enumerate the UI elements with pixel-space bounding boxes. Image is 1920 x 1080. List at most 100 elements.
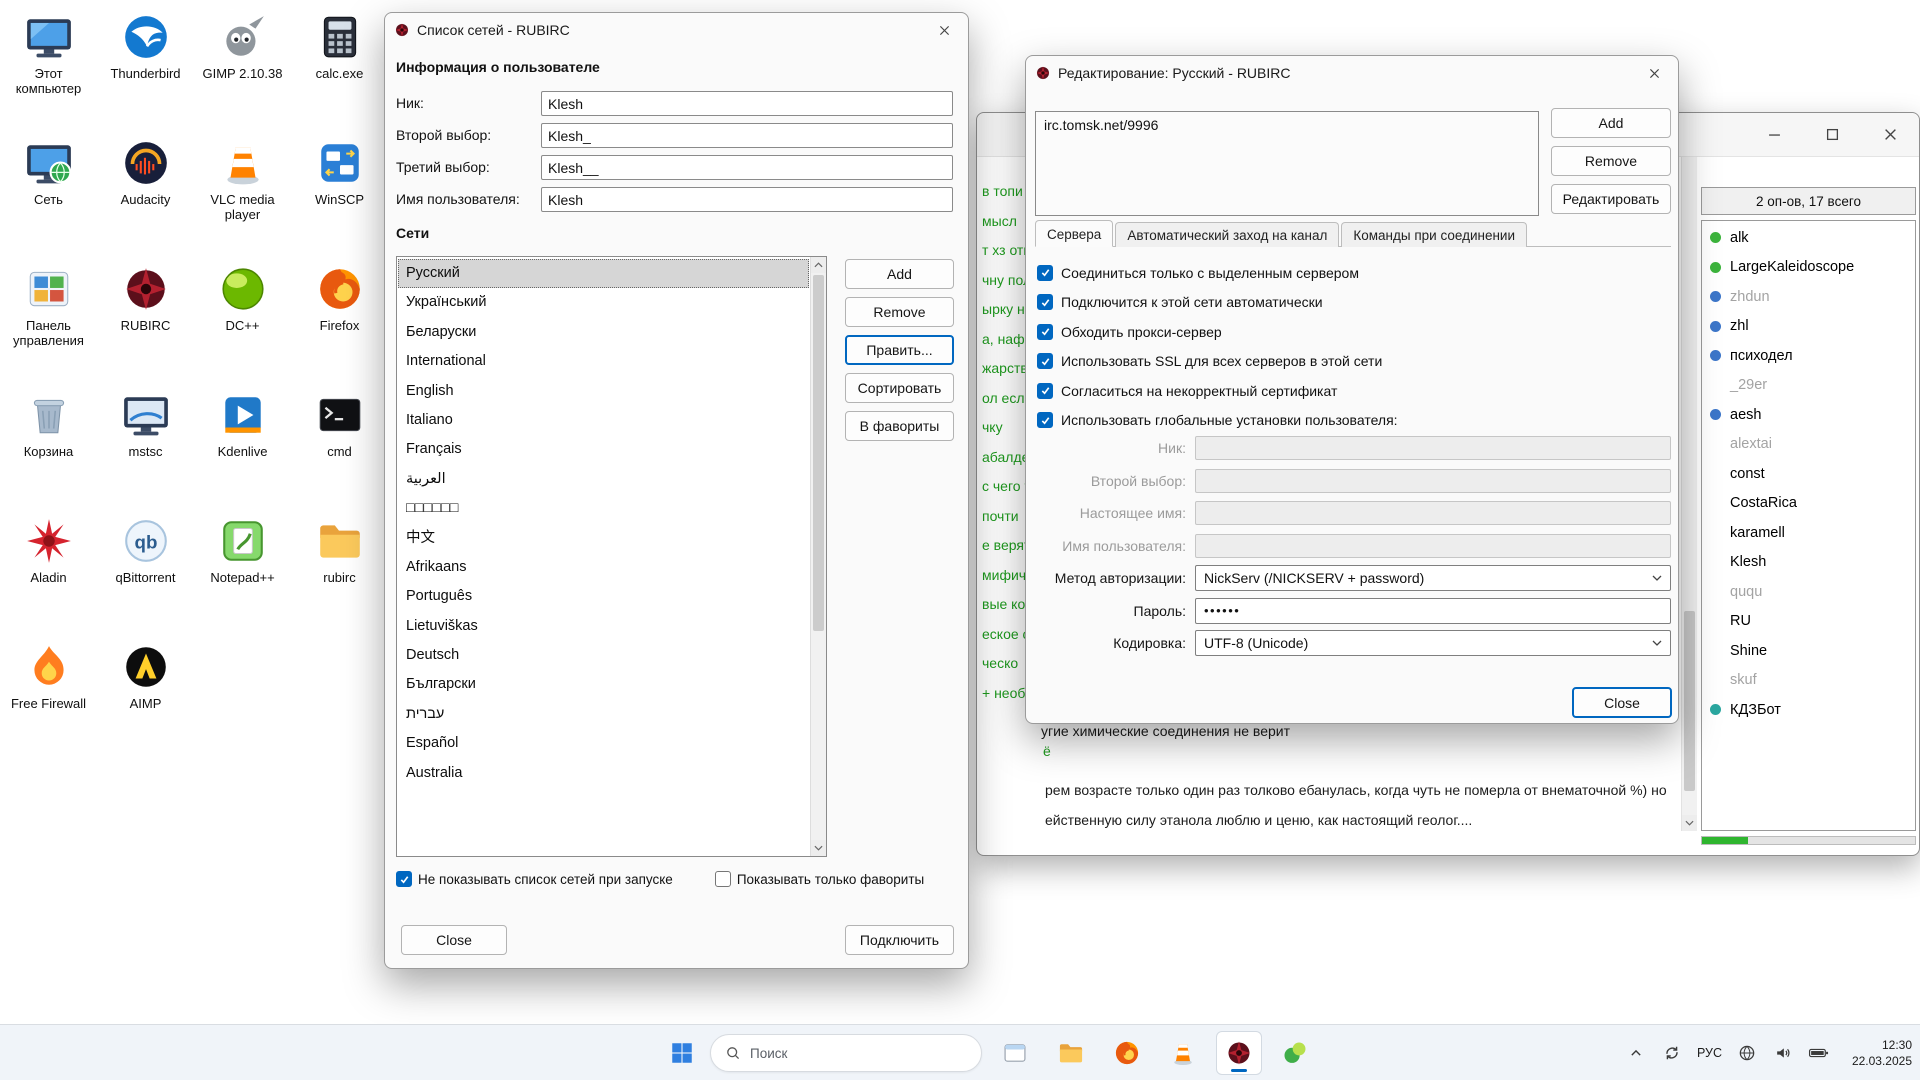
network-dialog-checkbox-0[interactable]: Не показывать список сетей при запуске (396, 871, 673, 887)
edit-option-2[interactable]: Обходить прокси-сервер (1037, 317, 1398, 347)
desktop-icon-qbittorrent[interactable]: qbqBittorrent (97, 508, 194, 634)
user-list-item[interactable]: LargeKaleidoscope (1702, 253, 1915, 283)
user-list-item[interactable]: Klesh (1702, 548, 1915, 578)
network-item[interactable]: العربية (398, 465, 809, 494)
checkbox[interactable] (1037, 265, 1053, 281)
network-icon[interactable] (1734, 1040, 1760, 1066)
user-list-item[interactable]: aesh (1702, 400, 1915, 430)
desktop-icon-recycle-bin[interactable]: Корзина (0, 382, 97, 508)
scroll-down-icon[interactable] (811, 840, 826, 856)
nick-input[interactable] (541, 91, 953, 116)
desktop-icon-calc[interactable]: calc.exe (291, 4, 388, 130)
taskbar-app-window-button[interactable] (992, 1031, 1038, 1075)
tab-2[interactable]: Команды при соединении (1341, 222, 1527, 247)
username-input[interactable] (541, 187, 953, 212)
network-item[interactable]: Australia (398, 759, 809, 788)
checkbox[interactable] (715, 871, 731, 887)
user-list-item[interactable]: const (1702, 459, 1915, 489)
checkbox[interactable] (1037, 294, 1053, 310)
list-scrollbar[interactable] (810, 257, 826, 856)
network-item[interactable]: Український (398, 288, 809, 317)
close-button[interactable] (1639, 60, 1669, 86)
battery-icon[interactable] (1806, 1040, 1832, 1066)
close-dialog-button[interactable]: Close (1572, 687, 1672, 718)
desktop-icon-mstsc[interactable]: mstsc (97, 382, 194, 508)
clock[interactable]: 12:30 22.03.2025 (1842, 1037, 1912, 1069)
checkbox[interactable] (1037, 412, 1053, 428)
start-button[interactable] (660, 1031, 704, 1075)
network-item[interactable]: English (398, 377, 809, 406)
network-item[interactable]: עברית (398, 700, 809, 729)
sort-networks-button[interactable]: Сортировать (845, 373, 954, 403)
remove-network-button[interactable]: Remove (845, 297, 954, 327)
user-list-item[interactable]: RU (1702, 607, 1915, 637)
network-item[interactable]: 中文 (398, 524, 809, 553)
auth-method-select[interactable]: NickServ (/NICKSERV + password) (1195, 565, 1671, 591)
taskbar-vlc-button[interactable] (1160, 1031, 1206, 1075)
desktop-icon-cmd[interactable]: cmd (291, 382, 388, 508)
scrollbar-thumb[interactable] (813, 275, 824, 631)
edit-option-0[interactable]: Соединиться только с выделенным сервером (1037, 258, 1398, 288)
dialog-titlebar[interactable]: Список сетей - RUBIRC (385, 13, 968, 47)
network-item[interactable]: Français (398, 435, 809, 464)
add-server-button[interactable]: Add (1551, 108, 1671, 138)
favorites-button[interactable]: В фавориты (845, 411, 954, 441)
network-item[interactable]: Afrikaans (398, 553, 809, 582)
desktop-icon-aladin[interactable]: Aladin (0, 508, 97, 634)
network-item[interactable]: □□□□□□ (398, 494, 809, 523)
taskbar-rubirc-button[interactable] (1216, 1031, 1262, 1075)
taskbar-green-app-button[interactable] (1272, 1031, 1318, 1075)
add-network-button[interactable]: Add (845, 259, 954, 289)
tab-0[interactable]: Сервера (1035, 220, 1113, 247)
desktop-icon-aimp[interactable]: AIMP (97, 634, 194, 760)
desktop-icon-firefox[interactable]: Firefox (291, 256, 388, 382)
network-item[interactable]: Русский (398, 259, 809, 288)
network-item[interactable]: Български (398, 670, 809, 699)
encoding-select[interactable]: UTF-8 (Unicode) (1195, 630, 1671, 656)
tab-1[interactable]: Автоматический заход на канал (1115, 222, 1339, 247)
close-button[interactable] (1871, 120, 1909, 150)
checkbox[interactable] (1037, 383, 1053, 399)
edit-option-3[interactable]: Использовать SSL для всех серверов в это… (1037, 347, 1398, 377)
chevron-up-icon[interactable] (1623, 1040, 1649, 1066)
user-list-item[interactable]: zhl (1702, 312, 1915, 342)
desktop-icon-control-panel[interactable]: Панель управления (0, 256, 97, 382)
desktop-icon-notepadpp[interactable]: Notepad++ (194, 508, 291, 634)
desktop-icon-audacity[interactable]: Audacity (97, 130, 194, 256)
desktop-icon-this-pc[interactable]: Этот компьютер (0, 4, 97, 130)
user-list-item[interactable]: skuf (1702, 666, 1915, 696)
scroll-up-icon[interactable] (811, 257, 826, 273)
checkbox[interactable] (1037, 324, 1053, 340)
desktop-icon-kdenlive[interactable]: Kdenlive (194, 382, 291, 508)
sync-icon[interactable] (1659, 1040, 1685, 1066)
desktop-icon-vlc[interactable]: VLC media player (194, 130, 291, 256)
network-item[interactable]: International (398, 347, 809, 376)
network-dialog-checkbox-1[interactable]: Показывать только фавориты (715, 871, 924, 887)
user-list-item[interactable]: ququ (1702, 577, 1915, 607)
taskbar-explorer-button[interactable] (1048, 1031, 1094, 1075)
network-item[interactable]: Español (398, 729, 809, 758)
scroll-down-icon[interactable] (1682, 815, 1697, 831)
desktop-icon-firewall[interactable]: Free Firewall (0, 634, 97, 760)
edit-network-button[interactable]: Править... (845, 335, 954, 365)
network-item[interactable]: Deutsch (398, 641, 809, 670)
volume-icon[interactable] (1770, 1040, 1796, 1066)
scrollbar-thumb[interactable] (1684, 611, 1695, 791)
user-list-item[interactable]: karamell (1702, 518, 1915, 548)
language-indicator[interactable]: РУС (1695, 1046, 1724, 1060)
network-item[interactable]: Lietuviškas (398, 612, 809, 641)
network-item[interactable]: Português (398, 582, 809, 611)
alt-nick-input[interactable] (541, 123, 953, 148)
minimize-button[interactable] (1755, 120, 1793, 150)
dialog-titlebar[interactable]: Редактирование: Русский - RUBIRC (1026, 56, 1678, 90)
edit-server-button[interactable]: Редактировать (1551, 184, 1671, 214)
user-list-item[interactable]: zhdun (1702, 282, 1915, 312)
checkbox[interactable] (396, 871, 412, 887)
checkbox[interactable] (1037, 353, 1053, 369)
network-item[interactable]: Italiano (398, 406, 809, 435)
third-nick-input[interactable] (541, 155, 953, 180)
user-list-item[interactable]: _29er (1702, 371, 1915, 401)
server-item[interactable]: irc.tomsk.net/9996 (1036, 112, 1538, 138)
user-list-item[interactable]: КДЗБот (1702, 695, 1915, 725)
user-list-item[interactable]: Shine (1702, 636, 1915, 666)
